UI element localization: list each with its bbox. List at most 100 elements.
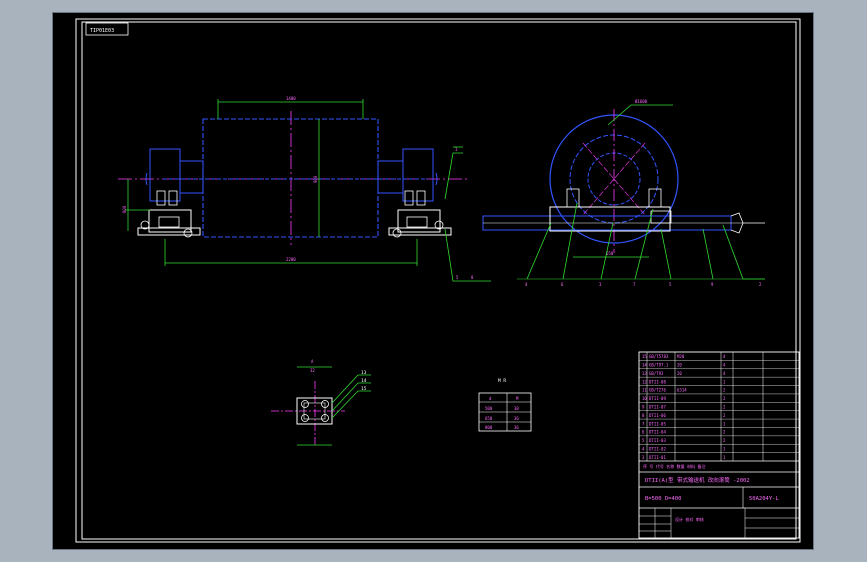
parts-cell: DTII-07 <box>649 404 666 409</box>
side-leader-4 <box>634 208 654 280</box>
side-leader-2 <box>562 202 578 280</box>
parts-cell: 6 <box>642 430 645 435</box>
parts-cell: 8 <box>642 413 645 418</box>
front-callout-c: 8 <box>471 275 474 280</box>
small-table: M R d M 500 30 650 36 800 36 <box>478 378 532 432</box>
detail-callout-a: 13 <box>361 370 367 376</box>
detail-view: A 32 13 14 15 <box>271 359 371 446</box>
parts-cell: 4 <box>642 446 645 451</box>
front-right-dim: 900 <box>313 175 318 183</box>
drawing-canvas: TIP01E03 1400 2200 800 900 1 5 8 Ø1600 6… <box>53 13 813 549</box>
parts-cell: DTII-05 <box>649 421 666 426</box>
left-housing-neck <box>179 160 204 194</box>
small-table-cell: 650 <box>485 416 493 421</box>
front-left-dim: 800 <box>122 205 127 213</box>
side-callout-d: 7 <box>633 282 636 287</box>
side-bearing-right <box>648 188 662 208</box>
right-bearing-window <box>406 216 428 228</box>
small-table-title: M R <box>498 378 506 384</box>
side-callout-a: 4 <box>525 282 528 287</box>
detail-top-label: A <box>311 359 314 364</box>
small-table-cell: 36 <box>514 425 519 430</box>
title-block-spec-2: 50A204Y-L <box>749 496 779 502</box>
right-bolt-head <box>392 228 402 238</box>
parts-cell: 20 <box>677 371 682 376</box>
parts-cell: DTII-03 <box>649 438 666 443</box>
parts-cell: 1 <box>723 421 726 426</box>
parts-cell: 1 <box>723 446 726 451</box>
title-block-legend: 序 号 代号 名称 数量 材料 备注 <box>643 463 705 469</box>
parts-cell: GB/T97.1 <box>649 363 669 368</box>
small-table-cell: 500 <box>485 406 493 411</box>
parts-cell: 1 <box>723 379 726 384</box>
parts-cell: 11 <box>642 388 647 393</box>
right-bolt-2 <box>416 190 426 206</box>
parts-cell: 6314 <box>677 388 687 393</box>
parts-cell: DTII-08 <box>649 379 666 384</box>
parts-cell: 4 <box>723 354 726 359</box>
left-bolt-2 <box>168 190 178 206</box>
detail-callout-b: 14 <box>361 378 367 384</box>
side-bearing-left <box>566 188 580 208</box>
detail-top-sub: 32 <box>310 368 315 373</box>
parts-cell: 2 <box>723 413 726 418</box>
parts-cell: 3 <box>642 455 645 460</box>
parts-cell: GB/T93 <box>649 371 664 376</box>
side-top-note: Ø1600 <box>635 99 648 104</box>
right-bearing-seat <box>397 209 441 233</box>
parts-cell: GB/T276 <box>649 388 666 393</box>
parts-cell: DTII-09 <box>649 396 666 401</box>
parts-cell: 9 <box>642 404 645 409</box>
detail-callout-c: 15 <box>361 386 367 392</box>
parts-cell: 2 <box>723 438 726 443</box>
parts-cell: GB/T5783 <box>649 354 669 359</box>
side-leader-7 <box>722 224 765 280</box>
side-callout-f: 9 <box>711 282 714 287</box>
small-table-cell: 800 <box>485 425 493 430</box>
front-top-dim: 1400 <box>286 96 296 101</box>
parts-cell: 1 <box>723 455 726 460</box>
left-bearing-seat <box>148 209 192 233</box>
parts-cell: DTII-01 <box>649 455 666 460</box>
parts-cell: M20 <box>677 354 685 359</box>
detail-hole-1 <box>301 400 309 408</box>
right-housing-neck <box>377 160 404 194</box>
title-block-sign-label: 设计 校对 审核 <box>675 516 704 522</box>
parts-cell: 2 <box>723 388 726 393</box>
small-table-cell: 36 <box>514 416 519 421</box>
side-leader-1 <box>526 222 552 280</box>
side-leader-6 <box>702 228 714 280</box>
front-callout-b: 5 <box>456 275 459 280</box>
front-leader-5 <box>444 228 491 282</box>
title-block-main-title: DTII(A)型 带式输送机 改向滚筒 -2002 <box>645 476 750 484</box>
side-callout-e: 5 <box>669 282 672 287</box>
parts-cell: DTII-04 <box>649 430 666 435</box>
parts-cell: DTII-06 <box>649 413 666 418</box>
parts-cell: 14 <box>642 363 647 368</box>
left-bolt-1 <box>156 190 166 206</box>
front-bottom-dim: 2200 <box>286 257 296 262</box>
parts-cell: 2 <box>723 404 726 409</box>
parts-cell: 2 <box>723 396 726 401</box>
detail-hole-3 <box>301 414 309 422</box>
parts-cell: DTII-02 <box>649 446 666 451</box>
side-callout-g: 2 <box>759 282 762 287</box>
parts-cell: 20 <box>677 363 682 368</box>
side-leader-5 <box>660 228 672 280</box>
title-block: 序 号 代号 名称 数量 材料 备注 DTII(A)型 带式输送机 改向滚筒 -… <box>638 351 800 539</box>
parts-cell: 13 <box>642 371 647 376</box>
front-callout-a: 1 <box>455 147 458 152</box>
parts-cell: 4 <box>723 363 726 368</box>
small-table-cell: 30 <box>514 406 519 411</box>
left-bearing-window <box>158 216 180 228</box>
right-housing-outline <box>402 148 434 202</box>
inner-frame <box>81 21 797 540</box>
parts-cell: 4 <box>723 371 726 376</box>
front-leader-1 <box>444 152 463 200</box>
parts-cell: 5 <box>642 438 645 443</box>
small-table-header-1: d <box>489 396 492 401</box>
left-bolt-head-2 <box>183 228 193 238</box>
side-view: Ø1600 650 4 6 3 7 5 9 2 <box>482 99 765 287</box>
side-callout-b: 6 <box>561 282 564 287</box>
drawing-tag: TIP01E03 <box>90 28 114 34</box>
